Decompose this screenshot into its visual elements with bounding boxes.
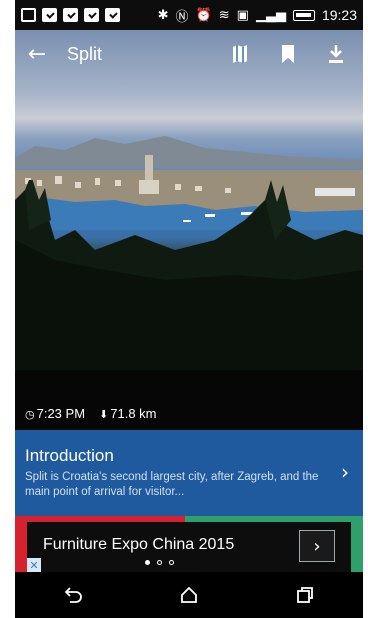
bookmark-icon xyxy=(282,45,294,63)
clock-icon: ◷ xyxy=(25,408,35,421)
pager-dot xyxy=(145,560,150,565)
close-icon: ✕ xyxy=(29,558,39,572)
back-nav-icon xyxy=(64,587,82,603)
time-label: 7:23 PM xyxy=(36,406,86,421)
ad-text: Furniture Expo China 2015 xyxy=(43,536,235,553)
chevron-right-icon: › xyxy=(313,535,321,557)
notification-icon xyxy=(21,8,36,22)
location-pin-icon: ⬇ xyxy=(99,408,109,421)
chevron-right-icon: › xyxy=(341,460,349,484)
map-icon xyxy=(233,45,247,63)
introduction-text: Split is Croatia's second largest city, … xyxy=(25,471,319,498)
arrow-left-icon: ← xyxy=(27,41,47,67)
phone-screen: ✱ Ⓝ ⏰ ≋ ▣ ▁▃▅ 19:23 ← Split ◷ 7:23 PM ⬇ … xyxy=(15,0,363,618)
bluetooth-icon: ✱ xyxy=(157,7,169,23)
battery-icon xyxy=(292,9,315,21)
notification-icon xyxy=(63,8,78,22)
page-title: Split xyxy=(67,43,103,64)
ad-side-left xyxy=(15,522,27,572)
download-button[interactable] xyxy=(323,41,349,67)
nav-recents-button[interactable] xyxy=(275,572,335,618)
notification-icon xyxy=(84,8,99,22)
ad-pager xyxy=(145,560,174,565)
app-bar: ← Split xyxy=(15,30,363,78)
signal-icon: ▁▃▅ xyxy=(255,7,286,23)
cast-icon: ▣ xyxy=(236,7,249,23)
nav-home-button[interactable] xyxy=(159,572,219,618)
navigation-bar xyxy=(15,572,363,618)
status-time: 19:23 xyxy=(321,7,357,23)
notification-icon xyxy=(105,8,120,22)
nfc-icon: Ⓝ xyxy=(175,9,189,25)
ad-side-right xyxy=(351,522,363,572)
status-bar: ✱ Ⓝ ⏰ ≋ ▣ ▁▃▅ 19:23 xyxy=(15,0,363,30)
nav-back-button[interactable] xyxy=(43,572,103,618)
pager-dot xyxy=(169,560,174,565)
hero-meta: ◷ 7:23 PM ⬇ 71.8 km xyxy=(25,406,157,421)
alarm-icon: ⏰ xyxy=(195,7,212,23)
home-icon xyxy=(181,587,197,603)
introduction-title: Introduction xyxy=(25,446,114,465)
download-icon xyxy=(329,45,343,63)
ad-stripes xyxy=(15,516,363,522)
distance-label: 71.8 km xyxy=(110,406,157,421)
time-info: ◷ 7:23 PM xyxy=(25,406,85,421)
introduction-card[interactable]: Introduction Split is Croatia's second l… xyxy=(15,430,363,516)
wifi-icon: ≋ xyxy=(218,7,230,23)
back-button[interactable]: ← xyxy=(15,30,59,78)
bookmark-button[interactable] xyxy=(275,41,301,67)
distance-info: ⬇ 71.8 km xyxy=(99,406,156,421)
ad-open-button[interactable]: › xyxy=(299,530,335,562)
map-button[interactable] xyxy=(227,41,253,67)
notification-icon xyxy=(42,8,57,22)
recents-icon xyxy=(297,587,313,603)
ad-close-button[interactable]: ✕ xyxy=(27,558,41,572)
trees-illustration xyxy=(15,180,363,430)
pager-dot xyxy=(157,560,162,565)
ad-banner[interactable]: Furniture Expo China 2015 › ✕ xyxy=(15,516,363,572)
hero-image xyxy=(15,30,363,430)
